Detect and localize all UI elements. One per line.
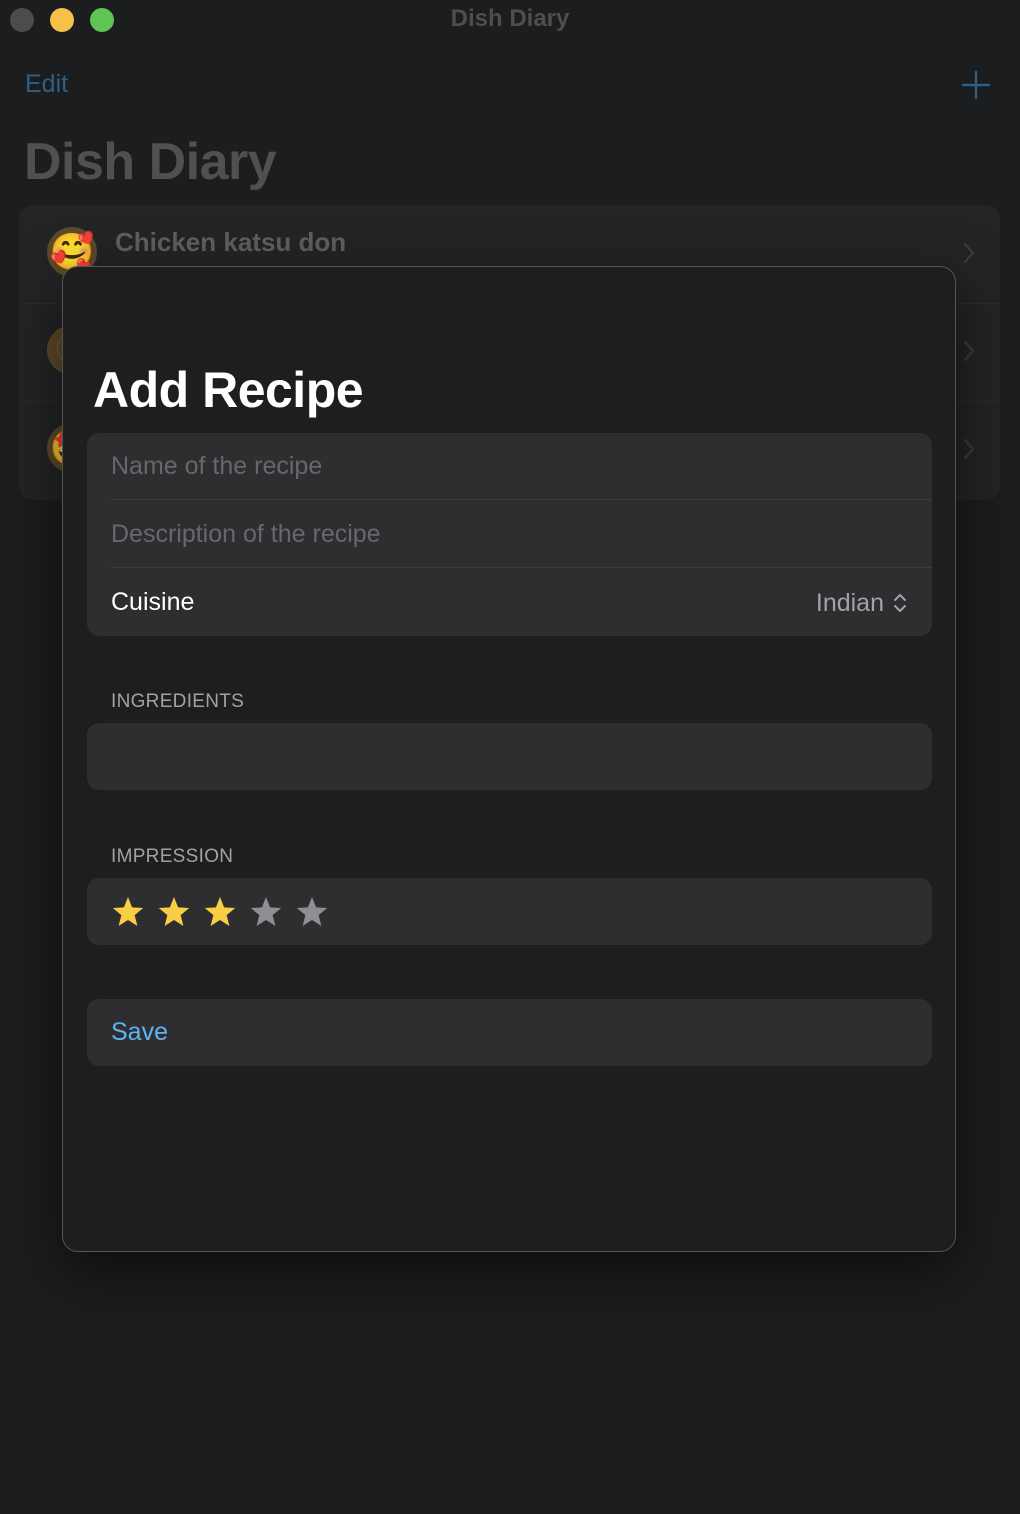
- list-item-title: Chicken katsu don: [115, 227, 347, 257]
- divider: [111, 567, 932, 568]
- page-title: Dish Diary: [24, 133, 277, 191]
- recipe-name-input[interactable]: [111, 433, 901, 500]
- add-recipe-sheet: Add Recipe Cuisine Indian: [62, 266, 956, 1252]
- ingredients-field[interactable]: [87, 723, 932, 790]
- star-filled-icon[interactable]: [111, 895, 145, 929]
- star-empty-icon[interactable]: [295, 895, 329, 929]
- window-title: Dish Diary: [450, 5, 570, 32]
- recipe-form-group: Cuisine Indian: [87, 433, 932, 636]
- cuisine-value: Indian: [815, 588, 884, 617]
- app-window: Dish Diary Edit Dish Diary 🥰 Chicken kat…: [0, 0, 1020, 1514]
- description-field-row: [87, 501, 932, 568]
- chevron-right-icon: [963, 242, 975, 264]
- star-empty-icon[interactable]: [249, 895, 283, 929]
- impression-header: IMPRESSION: [111, 846, 234, 867]
- chevron-up-down-icon: [894, 594, 906, 612]
- save-row: Save: [87, 999, 932, 1066]
- sheet-title: Add Recipe: [93, 362, 364, 418]
- chevron-right-icon: [963, 438, 975, 460]
- ingredients-header: INGREDIENTS: [111, 691, 245, 712]
- save-button[interactable]: Save: [111, 1018, 168, 1047]
- cuisine-label: Cuisine: [111, 588, 195, 616]
- impression-group: [87, 878, 932, 945]
- divider: [111, 499, 932, 500]
- title-bar: Dish Diary: [0, 0, 1020, 40]
- cuisine-row: Cuisine Indian: [87, 569, 932, 636]
- recipe-description-input[interactable]: [111, 501, 901, 568]
- cuisine-picker[interactable]: Indian: [816, 588, 908, 618]
- chevron-right-icon: [963, 340, 975, 362]
- name-field-row: [87, 433, 932, 500]
- star-filled-icon[interactable]: [157, 895, 191, 929]
- star-rating: [111, 895, 341, 929]
- plus-icon[interactable]: [961, 70, 991, 100]
- edit-button[interactable]: Edit: [25, 70, 68, 99]
- star-filled-icon[interactable]: [203, 895, 237, 929]
